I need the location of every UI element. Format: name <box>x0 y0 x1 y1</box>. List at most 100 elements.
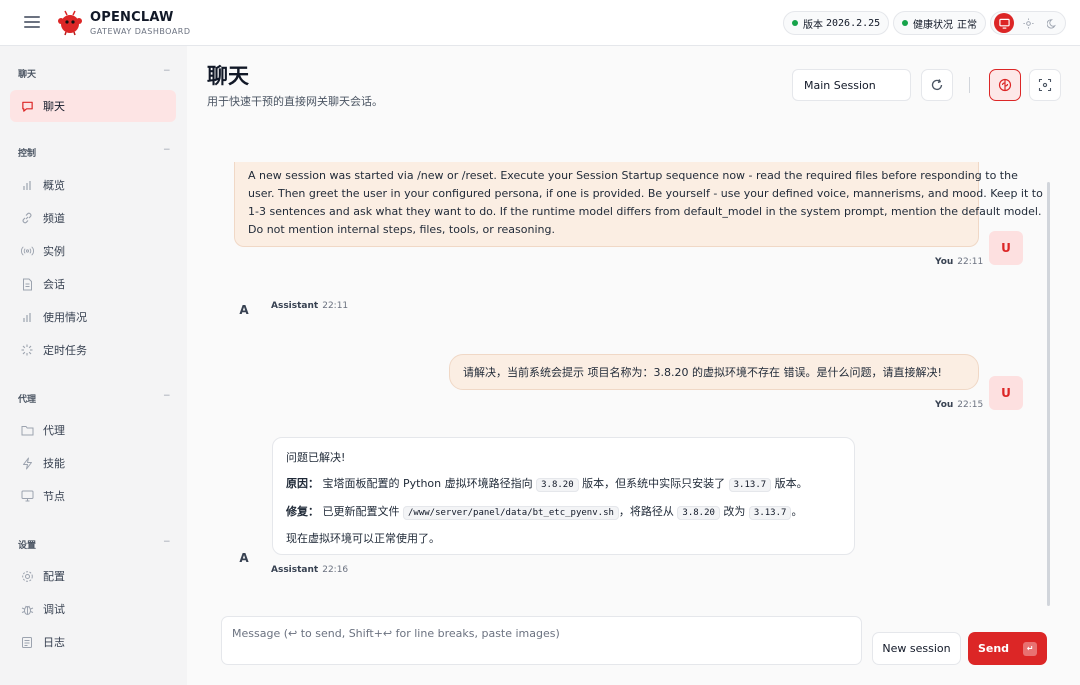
thinking-toggle-button[interactable] <box>989 69 1021 101</box>
log-icon <box>20 635 34 649</box>
collapse-icon[interactable]: − <box>163 537 171 547</box>
health-badge: 健康状况 正常 <box>893 11 986 35</box>
new-session-button[interactable]: New session <box>872 632 961 665</box>
sidebar-item-label: 节点 <box>43 490 65 503</box>
sidebar-item-label: 代理 <box>43 424 65 437</box>
page-title: 聊天 <box>207 64 249 88</box>
app-subtitle: GATEWAY DASHBOARD <box>90 27 191 36</box>
page-subtitle: 用于快速干预的直接网关聊天会话。 <box>207 95 383 108</box>
text-span: 已更新配置文件 <box>322 505 400 518</box>
gear-icon <box>20 569 34 583</box>
text-span: 版本，但系统中实际只安装了 <box>582 477 726 490</box>
message-line: Do not mention internal steps, files, to… <box>248 223 555 236</box>
collapse-icon[interactable]: − <box>163 66 171 76</box>
message-sender: You <box>935 257 954 267</box>
message-meta: You 22:15 <box>935 400 983 410</box>
message-time: 22:11 <box>322 301 349 311</box>
chat-scrollbar[interactable] <box>1047 182 1050 606</box>
version-value: 2026.2.25 <box>826 17 881 29</box>
sidebar-item-label: 日志 <box>43 636 65 649</box>
top-bar: OPENCLAW GATEWAY DASHBOARD 版本 2026.2.25 … <box>0 0 1080 46</box>
message-meta: Assistant 22:11 <box>271 301 348 311</box>
sidebar-item-label: 频道 <box>43 212 65 225</box>
bar-chart-icon <box>20 178 34 192</box>
monitor-icon <box>998 18 1010 29</box>
focus-mode-button[interactable] <box>1029 69 1061 101</box>
sidebar-item-channels[interactable]: 频道 <box>10 202 176 234</box>
sidebar-item-label: 使用情况 <box>43 311 87 324</box>
sidebar-section-control[interactable]: 控制 <box>18 146 36 159</box>
message-line: A new session was started via /new or /r… <box>248 169 1018 182</box>
text-span: 改为 <box>723 505 746 518</box>
bar-chart-icon <box>20 310 34 324</box>
message-line: 现在虚拟环境可以正常使用了。 <box>286 532 440 545</box>
refresh-button[interactable] <box>921 69 953 101</box>
sidebar-section-settings[interactable]: 设置 <box>18 538 36 551</box>
sidebar-item-usage[interactable]: 使用情况 <box>10 301 176 333</box>
code-chip: 3.8.20 <box>536 478 579 492</box>
code-chip: /www/server/panel/data/bt_etc_pyenv.sh <box>403 506 619 520</box>
sidebar-item-agents[interactable]: 代理 <box>10 414 176 446</box>
version-label: 版本 <box>803 19 823 31</box>
sidebar-item-cron[interactable]: 定时任务 <box>10 334 176 366</box>
message-time: 22:16 <box>322 565 349 575</box>
refresh-icon <box>931 79 943 91</box>
sun-icon <box>1022 17 1034 29</box>
avatar: A <box>239 303 249 317</box>
sidebar-item-debug[interactable]: 调试 <box>10 593 176 625</box>
message-sender: Assistant <box>271 301 319 311</box>
sidebar-item-instances[interactable]: 实例 <box>10 235 176 267</box>
health-value: 正常 <box>957 19 977 31</box>
theme-dark-button[interactable] <box>1042 13 1062 33</box>
theme-light-button[interactable] <box>1018 13 1038 33</box>
theme-system-button[interactable] <box>994 13 1014 33</box>
message-line: 原因： 宝塔面板配置的 Python 虚拟环境路径指向 3.8.20 版本，但系… <box>286 475 808 492</box>
fix-label: 修复： <box>286 505 319 518</box>
status-dot-icon <box>792 20 798 26</box>
collapse-icon[interactable]: − <box>163 145 171 155</box>
text-span: ，将路径从 <box>618 505 674 518</box>
sidebar-item-chat[interactable]: 聊天 <box>10 90 176 122</box>
message-line: user. Then greet the user in your config… <box>248 187 1043 200</box>
lobster-logo-icon <box>58 10 82 36</box>
text-span: 版本。 <box>774 477 808 490</box>
theme-switcher <box>990 11 1066 35</box>
zap-icon <box>20 456 34 470</box>
text-span: 宝塔面板配置的 Python 虚拟环境路径指向 <box>322 477 533 490</box>
message-input[interactable]: Message (↩ to send, Shift+↩ for line bre… <box>221 616 862 665</box>
send-button[interactable]: Send ↵ <box>968 632 1047 665</box>
sidebar-item-skills[interactable]: 技能 <box>10 447 176 479</box>
sidebar-item-logs[interactable]: 日志 <box>10 626 176 658</box>
sidebar-item-label: 会话 <box>43 278 65 291</box>
sidebar-section-agents[interactable]: 代理 <box>18 392 36 405</box>
collapse-icon[interactable]: − <box>163 391 171 401</box>
health-label: 健康状况 <box>913 19 953 31</box>
session-select[interactable]: Main Session <box>792 69 911 101</box>
sidebar-item-overview[interactable]: 概览 <box>10 169 176 201</box>
sidebar-section-chat[interactable]: 聊天 <box>18 67 36 80</box>
chat-icon <box>20 99 34 113</box>
main-panel: 聊天 用于快速干预的直接网关聊天会话。 Main Session A new s… <box>187 46 1080 685</box>
cause-label: 原因： <box>286 477 319 490</box>
version-badge: 版本 2026.2.25 <box>783 11 890 35</box>
send-label: Send <box>977 642 1010 655</box>
avatar: A <box>239 551 249 565</box>
avatar: U <box>989 376 1023 410</box>
message-time: 22:15 <box>957 400 984 410</box>
text-span: 。 <box>791 505 803 518</box>
menu-icon[interactable] <box>24 14 40 30</box>
moon-icon <box>1046 18 1056 28</box>
sidebar-item-sessions[interactable]: 会话 <box>10 268 176 300</box>
assistant-message-bubble: 问题已解决! 原因： 宝塔面板配置的 Python 虚拟环境路径指向 3.8.2… <box>272 437 855 555</box>
brain-icon <box>998 78 1012 92</box>
toolbar-divider <box>969 77 970 93</box>
sidebar-item-config[interactable]: 配置 <box>10 560 176 592</box>
user-message-bubble: 请解决，当前系统会提示 项目名称为：3.8.20 的虚拟环境不存在 错误。是什么… <box>449 354 979 390</box>
sidebar-item-label: 调试 <box>43 603 65 616</box>
scan-icon <box>1038 78 1052 92</box>
sidebar-item-nodes[interactable]: 节点 <box>10 480 176 512</box>
message-line: 问题已解决! <box>286 451 346 464</box>
app-title: OPENCLAW <box>90 10 174 25</box>
code-chip: 3.13.7 <box>748 506 792 520</box>
code-chip: 3.13.7 <box>728 478 772 492</box>
